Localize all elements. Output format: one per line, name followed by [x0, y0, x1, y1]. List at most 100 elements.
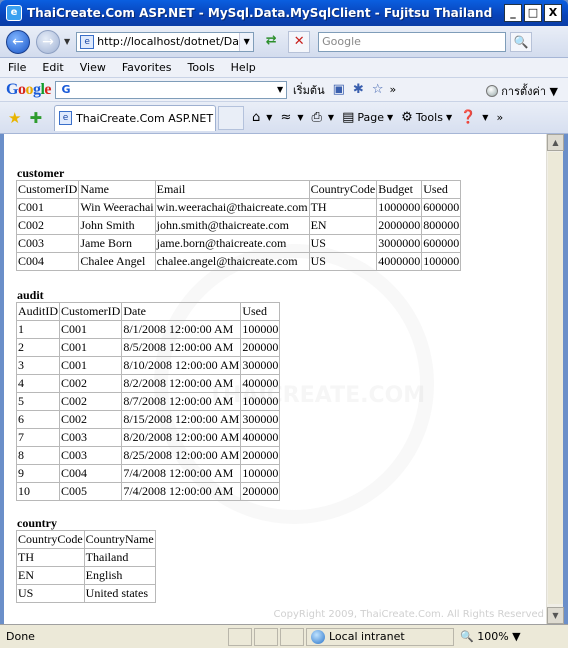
- address-bar[interactable]: e http://localhost/dotnet/DataS ▼: [76, 31, 255, 52]
- table-cell: C003: [58, 446, 123, 465]
- column-header: CountryName: [83, 530, 156, 549]
- table-row: C002 John Smith john.smith@thaicreate.com E…: [15, 216, 462, 235]
- table-cell: C005: [58, 482, 123, 501]
- table-cell: C004: [15, 252, 80, 271]
- column-header: Used: [421, 180, 462, 199]
- table-cell: chalee.angel@thaicreate.com: [154, 252, 310, 271]
- address-toolbar: ← → ▼ e http://localhost/dotnet/DataS ▼ …: [0, 26, 568, 58]
- table-cell: US: [308, 234, 378, 253]
- table-cell: win.weerachai@thaicreate.com: [154, 198, 310, 217]
- table-cell: Win Weerachai: [78, 198, 156, 217]
- minimize-button[interactable]: _: [504, 4, 522, 22]
- table-cell: TH: [308, 198, 378, 217]
- back-button[interactable]: ←: [6, 29, 30, 54]
- feeds-button[interactable]: ≈ ▼: [280, 110, 303, 125]
- column-header: Email: [154, 180, 310, 199]
- table-cell: 2000000: [376, 216, 423, 235]
- table-header-row: AuditID CustomerID Date Used: [16, 302, 281, 321]
- table-row: 7 C003 8/20/2008 12:00:00 AM 400000: [16, 428, 281, 447]
- page-content: THAICREATE.COM customer CustomerID Name Em…: [4, 134, 546, 624]
- browser-tab[interactable]: e ThaiCreate.Com ASP.NET ...: [54, 104, 217, 131]
- table-cell: 6: [16, 410, 60, 429]
- new-tab-button[interactable]: [218, 105, 245, 130]
- status-cell: [280, 627, 304, 646]
- table-cell: C002: [58, 374, 123, 393]
- google-start-button[interactable]: เริ่มต้น: [293, 81, 325, 99]
- menu-tools[interactable]: Tools: [188, 61, 215, 74]
- scroll-thumb[interactable]: [548, 152, 563, 604]
- search-input[interactable]: Google: [318, 31, 507, 52]
- table-cell: John Smith: [78, 216, 156, 235]
- table-cell: C002: [58, 410, 123, 429]
- status-cell: [254, 627, 278, 646]
- image-icon[interactable]: ▣: [333, 82, 345, 97]
- page-menu-button[interactable]: ▤ Page ▼: [342, 110, 393, 125]
- table-cell: 1: [16, 320, 60, 339]
- table-cell: Thailand: [83, 548, 156, 567]
- tools-menu-button[interactable]: ⚙ Tools ▼: [401, 110, 452, 125]
- table-cell: 800000: [421, 216, 462, 235]
- table-cell: 5: [16, 392, 60, 411]
- google-settings-button[interactable]: การตั้งค่า ▼: [486, 82, 558, 100]
- google-g-icon: G: [61, 82, 71, 96]
- table-row: 1 C001 8/1/2008 12:00:00 AM 100000: [16, 320, 281, 339]
- rss-icon: ≈: [280, 110, 292, 125]
- more-commands-button[interactable]: »: [496, 111, 503, 124]
- favorites-star-icon[interactable]: ★: [8, 109, 21, 127]
- print-button[interactable]: ⎙ ▼: [312, 110, 335, 125]
- tab-label: ThaiCreate.Com ASP.NET ...: [76, 111, 216, 125]
- maximize-button[interactable]: □: [524, 4, 542, 22]
- menu-edit[interactable]: Edit: [42, 61, 63, 74]
- google-search-input[interactable]: G ▼: [55, 80, 288, 99]
- google-logo[interactable]: Google: [6, 81, 51, 99]
- table-row: 9 C004 7/4/2008 12:00:00 AM 100000: [16, 464, 281, 483]
- column-header: Used: [240, 302, 281, 321]
- table-cell: US: [308, 252, 378, 271]
- scroll-up-button[interactable]: ▲: [547, 134, 564, 151]
- menu-help[interactable]: Help: [231, 61, 256, 74]
- column-header: Budget: [376, 180, 423, 199]
- table-cell: English: [83, 566, 156, 585]
- table-cell: 7/4/2008 12:00:00 AM: [121, 464, 242, 483]
- home-button[interactable]: ⌂ ▼: [252, 110, 272, 125]
- menu-file[interactable]: File: [8, 61, 26, 74]
- stop-button[interactable]: ✕: [288, 30, 311, 53]
- table-cell: 8/2/2008 12:00:00 AM: [121, 374, 242, 393]
- scroll-down-button[interactable]: ▼: [547, 607, 564, 624]
- customer-table: CustomerID Name Email CountryCode Budget Used…: [15, 180, 462, 271]
- search-button[interactable]: 🔍: [510, 31, 533, 52]
- bookmark-star-icon[interactable]: ☆: [372, 82, 384, 97]
- forward-button[interactable]: →: [36, 29, 60, 54]
- google-search-dropdown-icon[interactable]: ▼: [274, 85, 286, 94]
- table-cell: C004: [58, 464, 123, 483]
- globe-icon: [311, 629, 325, 644]
- address-dropdown-icon[interactable]: ▼: [239, 32, 254, 51]
- table-cell: 8/15/2008 12:00:00 AM: [121, 410, 242, 429]
- close-button[interactable]: X: [544, 4, 562, 22]
- table-cell: 2: [16, 338, 60, 357]
- table-cell: EN: [16, 566, 85, 585]
- address-input[interactable]: http://localhost/dotnet/DataS: [97, 35, 239, 48]
- security-zone[interactable]: Local intranet: [306, 627, 454, 646]
- help-button[interactable]: ❓ ▼: [460, 110, 488, 125]
- table-cell: 8: [16, 446, 60, 465]
- column-header: CustomerID: [58, 302, 123, 321]
- add-favorites-icon[interactable]: ✚: [29, 109, 42, 127]
- customer-title: customer: [17, 166, 65, 180]
- menu-favorites[interactable]: Favorites: [122, 61, 172, 74]
- status-cell: [228, 627, 252, 646]
- table-row: C003 Jame Born jame.born@thaicreate.com US 3…: [15, 234, 462, 253]
- history-dropdown-icon[interactable]: ▼: [64, 37, 70, 46]
- table-cell: 8/5/2008 12:00:00 AM: [121, 338, 242, 357]
- table-row: C004 Chalee Angel chalee.angel@thaicreate.…: [15, 252, 462, 271]
- country-title: country: [17, 516, 57, 530]
- table-cell: C001: [58, 338, 123, 357]
- refresh-button[interactable]: ⇄: [260, 31, 282, 53]
- google-more-button[interactable]: »: [389, 83, 396, 96]
- vertical-scrollbar[interactable]: ▲ ▼: [546, 134, 564, 624]
- puzzle-icon[interactable]: ✱: [353, 82, 364, 97]
- menu-view[interactable]: View: [80, 61, 106, 74]
- column-header: AuditID: [16, 302, 60, 321]
- table-cell: 400000: [240, 428, 281, 447]
- zoom-control[interactable]: 🔍 100% ▼: [460, 630, 521, 643]
